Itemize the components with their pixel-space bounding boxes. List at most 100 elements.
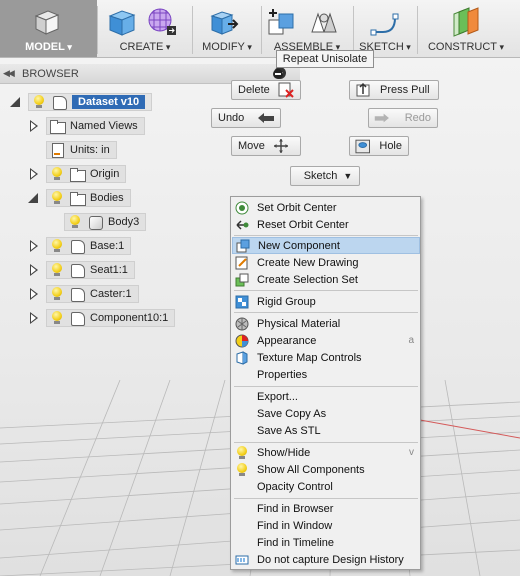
- lightbulb-icon[interactable]: [50, 311, 64, 325]
- delete-button[interactable]: Delete: [231, 80, 301, 100]
- component-icon: [70, 287, 85, 302]
- lightbulb-icon[interactable]: [32, 95, 46, 109]
- move-arrows-icon: [273, 139, 288, 153]
- menu-item-show-hide[interactable]: Show/Hide v: [232, 444, 420, 461]
- tree-label: Base:1: [90, 240, 125, 252]
- modify-icon: [210, 11, 239, 35]
- tree-label: Units: in: [70, 144, 110, 156]
- lightbulb-icon[interactable]: [50, 191, 64, 205]
- lightbulb-icon[interactable]: [50, 167, 64, 181]
- create-label: CREATE: [100, 41, 190, 53]
- tree-node-seat[interactable]: Seat1:1: [28, 261, 135, 279]
- menu-item-create-selection-set[interactable]: Create Selection Set: [232, 271, 420, 288]
- tree-node-named-views[interactable]: Named Views: [28, 117, 145, 135]
- menu-item-label: Show/Hide: [257, 446, 311, 459]
- expand-triangle-icon[interactable]: [28, 311, 40, 325]
- expand-triangle-icon[interactable]: [28, 287, 40, 301]
- menu-item-opacity-control[interactable]: Opacity Control: [232, 478, 420, 495]
- redo-arrow-icon: [374, 113, 389, 123]
- component-icon: [70, 263, 85, 278]
- tree-label: Dataset v10: [72, 95, 146, 109]
- menu-item-show-all-components[interactable]: Show All Components: [232, 461, 420, 478]
- assemble-menu-button[interactable]: ASSEMBLE: [262, 0, 352, 57]
- menu-item-physical-material[interactable]: Physical Material: [232, 315, 420, 332]
- lightbulb-icon[interactable]: [50, 287, 64, 301]
- tree-node-origin[interactable]: Origin: [28, 165, 127, 183]
- menu-item-properties[interactable]: Properties: [232, 366, 420, 383]
- folder-icon: [70, 167, 86, 182]
- model-workspace-button[interactable]: MODEL: [0, 0, 97, 57]
- menu-item-find-in-browser[interactable]: Find in Browser: [232, 500, 420, 517]
- menu-item-create-new-drawing[interactable]: Create New Drawing: [232, 254, 420, 271]
- menu-item-save-copy-as[interactable]: Save Copy As: [232, 405, 420, 422]
- hole-button[interactable]: Hole: [349, 136, 409, 156]
- create-menu-button[interactable]: CREATE: [100, 0, 190, 57]
- tree-node-bodies[interactable]: Bodies: [28, 189, 131, 207]
- menu-item-new-component[interactable]: New Component: [232, 237, 420, 254]
- press-pull-button[interactable]: Press Pull: [349, 80, 439, 100]
- menu-item-label: Physical Material: [257, 317, 341, 330]
- menu-item-reset-orbit-center[interactable]: Reset Orbit Center: [232, 216, 420, 233]
- collapse-triangle-icon[interactable]: [10, 95, 22, 109]
- tree-node-body3[interactable]: Body3: [64, 213, 147, 231]
- modify-menu-button[interactable]: MODIFY: [194, 0, 260, 57]
- expand-triangle-icon[interactable]: [28, 119, 40, 133]
- menu-item-appearance[interactable]: Appearance a: [232, 332, 420, 349]
- sketch-dropdown-button[interactable]: Sketch ▼: [290, 166, 360, 186]
- lightbulb-icon[interactable]: [68, 215, 82, 229]
- menu-item-label: Reset Orbit Center: [257, 218, 349, 231]
- menu-item-set-orbit-center[interactable]: Set Orbit Center: [232, 199, 420, 216]
- repeat-command-tooltip[interactable]: Repeat Unisolate: [276, 50, 374, 68]
- reset-orbit-icon: [236, 219, 249, 230]
- selection-set-icon: [235, 273, 249, 286]
- tree-label: Component10:1: [90, 312, 169, 324]
- delete-icon: [278, 82, 294, 98]
- toolbar: MODEL CREATE MODIFY: [0, 0, 520, 58]
- collapse-browser-icon[interactable]: ◀◀: [3, 68, 15, 79]
- menu-item-save-as-stl[interactable]: Save As STL: [232, 422, 420, 439]
- move-label: Move: [238, 140, 265, 152]
- lightbulb-icon[interactable]: [50, 239, 64, 253]
- collapse-triangle-icon[interactable]: [28, 191, 40, 205]
- folder-icon: [50, 119, 66, 134]
- menu-item-export[interactable]: Export...: [232, 388, 420, 405]
- menu-item-do-not-capture-design-history[interactable]: Do not capture Design History: [232, 551, 420, 568]
- tree-node-caster[interactable]: Caster:1: [28, 285, 139, 303]
- sketch-menu-button[interactable]: SKETCH: [354, 0, 416, 57]
- menu-item-label: Set Orbit Center: [257, 201, 337, 214]
- tree-label: Seat1:1: [90, 264, 128, 276]
- lightbulb-icon[interactable]: [50, 263, 64, 277]
- tree-node-component10[interactable]: Component10:1: [28, 309, 176, 327]
- construct-menu-button[interactable]: CONSTRUCT: [418, 0, 514, 57]
- redo-button[interactable]: Redo: [368, 108, 438, 128]
- form-sphere-icon: [148, 8, 176, 35]
- component-icon: [70, 311, 85, 326]
- assemble-icon: [268, 9, 294, 35]
- menu-item-label: Do not capture Design History: [257, 553, 404, 566]
- redo-label: Redo: [404, 112, 431, 124]
- new-component-icon: [236, 239, 250, 252]
- tree-node-dataset[interactable]: Dataset v10: [10, 93, 153, 111]
- tree-node-base[interactable]: Base:1: [28, 237, 132, 255]
- physical-material-icon: [235, 317, 249, 330]
- move-button[interactable]: Move: [231, 136, 301, 156]
- undo-button[interactable]: Undo: [211, 108, 281, 128]
- expand-triangle-icon[interactable]: [28, 239, 40, 253]
- menu-item-find-in-timeline[interactable]: Find in Timeline: [232, 534, 420, 551]
- expand-triangle-icon[interactable]: [28, 167, 40, 181]
- menu-item-label: Create New Drawing: [257, 256, 359, 269]
- menu-item-texture-map-controls[interactable]: Texture Map Controls: [232, 349, 420, 366]
- component-icon: [52, 95, 67, 110]
- tree-node-units[interactable]: Units: in: [46, 141, 117, 159]
- browser-title: BROWSER: [22, 68, 79, 80]
- expand-triangle-icon[interactable]: [28, 263, 40, 277]
- context-menu: Set Orbit Center Reset Orbit Center New …: [230, 196, 421, 570]
- menu-item-label: Appearance: [257, 334, 317, 347]
- menu-item-label: Opacity Control: [257, 480, 333, 493]
- menu-item-rigid-group[interactable]: Rigid Group: [232, 293, 420, 310]
- menu-item-label: Save As STL: [257, 424, 321, 437]
- menu-item-label: Show All Components: [257, 463, 365, 476]
- folder-icon: [70, 191, 86, 206]
- menu-item-find-in-window[interactable]: Find in Window: [232, 517, 420, 534]
- marking-menu-center-icon: [273, 69, 283, 79]
